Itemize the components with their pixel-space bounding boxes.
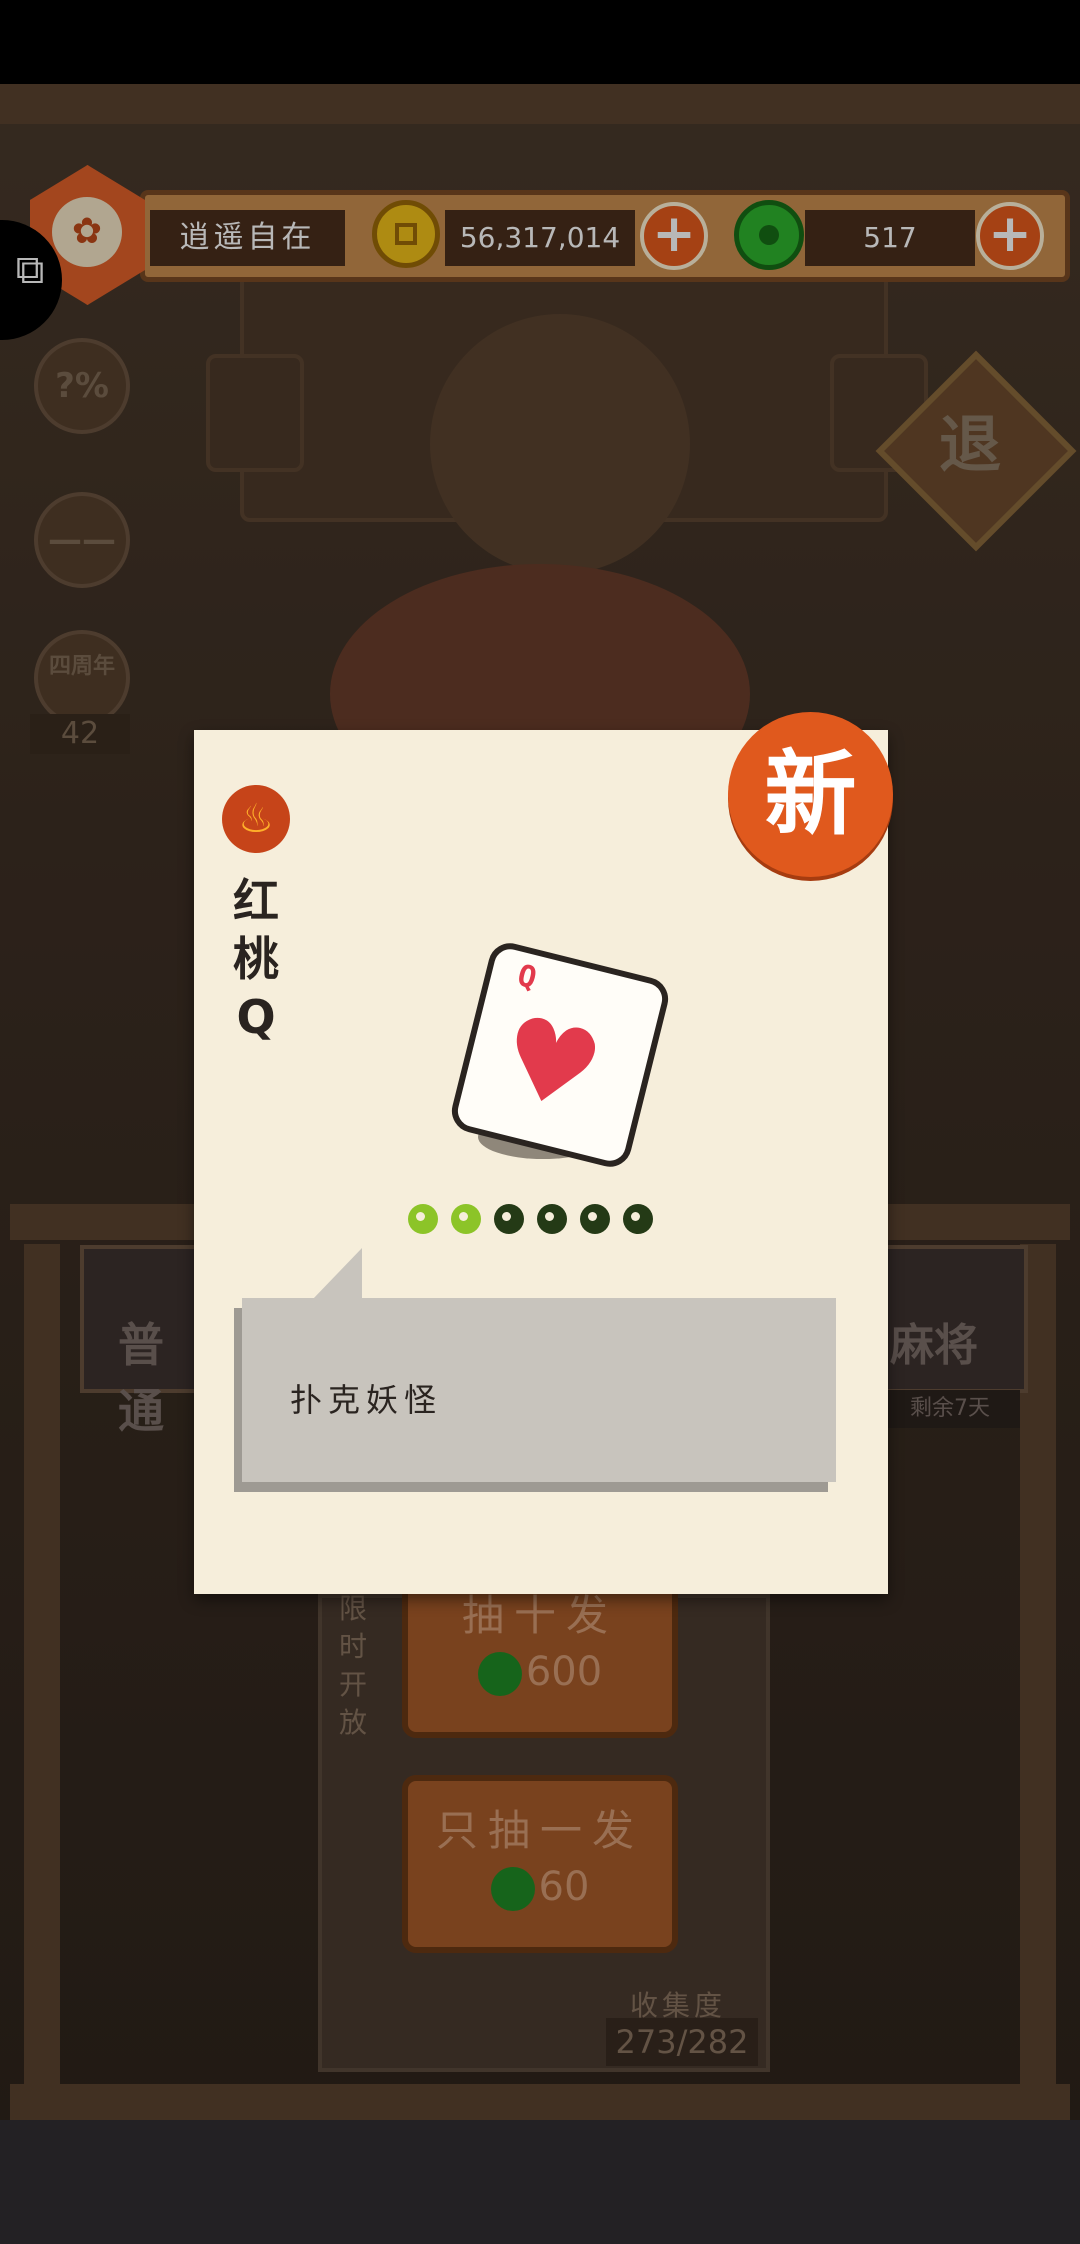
level-dot (494, 1204, 524, 1234)
card-category: 扑克妖怪 (290, 1381, 443, 1419)
navigation-bar (0, 2120, 1080, 2244)
level-dot (408, 1204, 438, 1234)
level-dot (580, 1204, 610, 1234)
card-name: 红 桃 Q (222, 872, 290, 1046)
level-dot (623, 1204, 653, 1234)
level-dot (537, 1204, 567, 1234)
heart-icon: ♥ (487, 990, 615, 1139)
new-badge: 新 (728, 712, 893, 877)
card-name-char: Q (236, 990, 276, 1044)
level-dot (451, 1204, 481, 1234)
status-bar (0, 0, 1080, 84)
card-name-char: 桃 (233, 932, 279, 986)
fire-icon: ♨ (222, 785, 290, 853)
card-name-char: 红 (233, 874, 279, 928)
level-indicator (408, 1204, 668, 1238)
